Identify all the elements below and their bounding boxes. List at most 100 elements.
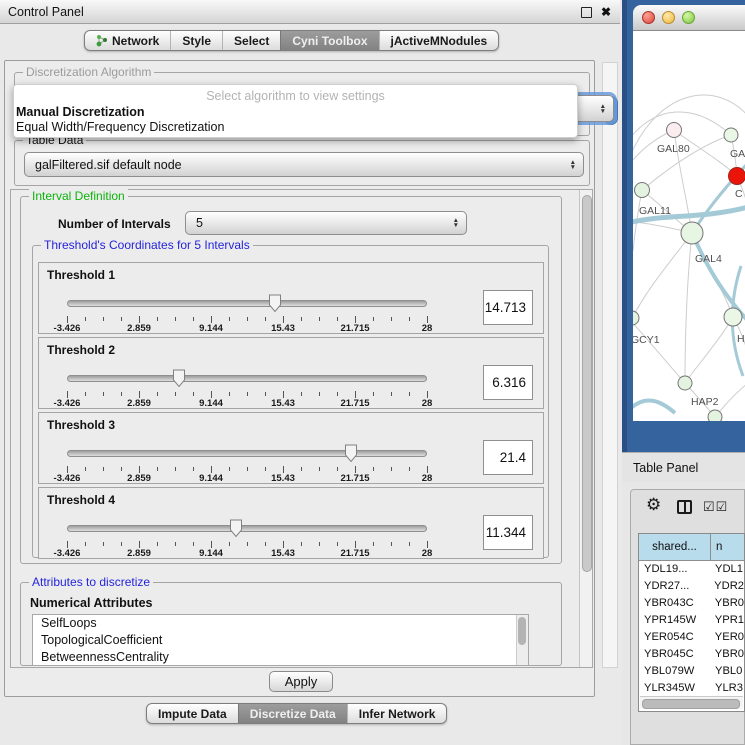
threshold-slider-2[interactable]: -3.4262.8599.14415.4321.71528 xyxy=(67,368,427,406)
network-node[interactable] xyxy=(724,308,742,326)
tick-minor xyxy=(157,392,158,396)
tick-major xyxy=(139,466,140,473)
tick-minor xyxy=(337,392,338,396)
tab-jactivemnodules[interactable]: jActiveMNodules xyxy=(379,31,499,50)
algorithm-option-manual-discretization[interactable]: Manual Discretization xyxy=(14,105,577,120)
tick-minor xyxy=(247,317,248,321)
tick-minor xyxy=(175,392,176,396)
table-row[interactable]: YBL079WYBL0 xyxy=(639,663,744,680)
network-node[interactable] xyxy=(678,376,692,390)
table-row[interactable]: YBR043CYBR0 xyxy=(639,595,744,612)
tick-minor xyxy=(85,317,86,321)
network-node[interactable] xyxy=(729,168,745,185)
threshold-slider-3[interactable]: -3.4262.8599.14415.4321.71528 xyxy=(67,443,427,481)
number-of-intervals-combo[interactable]: 5 ▲▼ xyxy=(185,211,467,235)
tab-impute-data[interactable]: Impute Data xyxy=(147,704,238,723)
table-header-shared[interactable]: shared... xyxy=(639,534,711,560)
tick-label: 28 xyxy=(422,473,433,484)
table-header-row[interactable]: shared... n xyxy=(639,534,744,561)
threshold-value-field[interactable]: 11.344 xyxy=(483,515,533,550)
tick-major xyxy=(355,316,356,323)
gear-icon[interactable]: ⚙ xyxy=(646,496,661,513)
table-row[interactable]: YER054CYER0 xyxy=(639,629,744,646)
scrollbar-thumb[interactable] xyxy=(518,617,526,645)
threshold-value-field[interactable]: 21.4 xyxy=(483,440,533,475)
tab-network[interactable]: Network xyxy=(85,31,170,50)
table-row[interactable]: YDR27...YDR2 xyxy=(639,578,744,595)
tab-discretize-data[interactable]: Discretize Data xyxy=(238,704,347,723)
table-header-name[interactable]: n xyxy=(711,534,744,560)
threshold-row-2: Threshold 2-3.4262.8599.14415.4321.71528… xyxy=(38,337,544,409)
threshold-value-field[interactable]: 14.713 xyxy=(483,290,533,325)
cell-name: YBL0 xyxy=(711,663,744,680)
split-view-icon[interactable] xyxy=(677,500,692,514)
network-node[interactable] xyxy=(681,222,703,244)
threshold-row-1: Threshold 1-3.4262.8599.14415.4321.71528… xyxy=(38,262,544,334)
attributes-list-scrollbar[interactable] xyxy=(516,615,528,665)
tab-select[interactable]: Select xyxy=(222,31,280,50)
top-tab-strip: NetworkStyleSelectCyni ToolboxjActiveMNo… xyxy=(84,30,499,51)
close-icon[interactable]: ✖ xyxy=(601,6,611,18)
slider-thumb[interactable] xyxy=(229,519,243,538)
combo-spinner-icon: ▲▼ xyxy=(453,218,459,228)
slider-thumb[interactable] xyxy=(172,369,186,388)
control-panel-titlebar: Control Panel ✖ xyxy=(0,0,620,24)
threshold-slider-1[interactable]: -3.4262.8599.14415.4321.71528 xyxy=(67,293,427,331)
tab-style[interactable]: Style xyxy=(170,31,222,50)
tab-infer-network[interactable]: Infer Network xyxy=(347,704,447,723)
node-table[interactable]: shared... n YDL19...YDL1YDR27...YDR2YBR0… xyxy=(638,533,745,712)
node-label-c: C xyxy=(735,188,743,200)
network-window-titlebar[interactable] xyxy=(633,5,745,31)
tab-cyni-toolbox[interactable]: Cyni Toolbox xyxy=(280,31,378,50)
tick-major xyxy=(283,466,284,473)
network-icon xyxy=(96,34,108,47)
slider-thumb[interactable] xyxy=(268,294,282,313)
slider-track[interactable] xyxy=(67,525,427,532)
slider-track[interactable] xyxy=(67,375,427,382)
table-row[interactable]: YPR145WYPR1 xyxy=(639,612,744,629)
apply-button[interactable]: Apply xyxy=(269,671,333,692)
network-node[interactable] xyxy=(667,123,682,138)
column-checkbox-icons[interactable]: ☑☑ xyxy=(703,499,728,515)
scrollbar-thumb[interactable] xyxy=(582,195,592,572)
threshold-slider-4[interactable]: -3.4262.8599.14415.4321.71528 xyxy=(67,518,427,556)
network-node[interactable] xyxy=(724,128,738,142)
network-node[interactable] xyxy=(708,410,722,421)
minimize-traffic-light-icon[interactable] xyxy=(662,11,675,24)
network-canvas[interactable]: GAL80GACGAL11GAL4GCY1HHAP2 xyxy=(633,31,745,421)
numerical-attributes-list[interactable]: SelfLoopsTopologicalCoefficientBetweenne… xyxy=(32,614,529,666)
attribute-item[interactable]: TopologicalCoefficient xyxy=(33,632,528,649)
close-traffic-light-icon[interactable] xyxy=(642,11,655,24)
tick-minor xyxy=(373,542,374,546)
table-hscrollbar[interactable] xyxy=(640,696,743,709)
slider-thumb[interactable] xyxy=(344,444,358,463)
node-label-gal11: GAL11 xyxy=(639,205,671,217)
attribute-item[interactable]: BetweennessCentrality xyxy=(33,649,528,666)
float-window-icon[interactable] xyxy=(581,7,592,18)
combo-spinner-icon: ▲▼ xyxy=(570,160,576,170)
tick-label: 9.144 xyxy=(199,548,223,559)
zoom-traffic-light-icon[interactable] xyxy=(682,11,695,24)
settings-scrollbar[interactable] xyxy=(579,190,592,667)
tick-minor xyxy=(337,317,338,321)
network-node[interactable] xyxy=(635,183,650,198)
node-label-gal4: GAL4 xyxy=(695,253,722,265)
slider-track[interactable] xyxy=(67,450,427,457)
threshold-value-field[interactable]: 6.316 xyxy=(483,365,533,400)
cell-shared-name: YBL079W xyxy=(639,663,711,680)
cell-shared-name: YDL19... xyxy=(639,561,711,578)
scrollbar-thumb[interactable] xyxy=(642,699,740,709)
table-row[interactable]: YLR345WYLR3 xyxy=(639,680,744,697)
table-row[interactable]: YDL19...YDL1 xyxy=(639,561,744,578)
network-node[interactable] xyxy=(633,311,639,325)
table-row[interactable]: YBR045CYBR0 xyxy=(639,646,744,663)
cell-shared-name: YPR145W xyxy=(639,612,711,629)
algorithm-option-equal-width-frequency-discretization[interactable]: Equal Width/Frequency Discretization xyxy=(14,120,577,135)
app-root: Control Panel ✖ NetworkStyleSelectCyni T… xyxy=(0,0,745,745)
table-data-combo[interactable]: galFiltered.sif default node ▲▼ xyxy=(24,152,584,177)
panel-vertical-scrollbar[interactable] xyxy=(602,62,618,668)
tick-minor xyxy=(193,317,194,321)
attribute-item[interactable]: SelfLoops xyxy=(33,615,528,632)
slider-track[interactable] xyxy=(67,300,427,307)
interval-definition-label: Interval Definition xyxy=(29,189,128,203)
